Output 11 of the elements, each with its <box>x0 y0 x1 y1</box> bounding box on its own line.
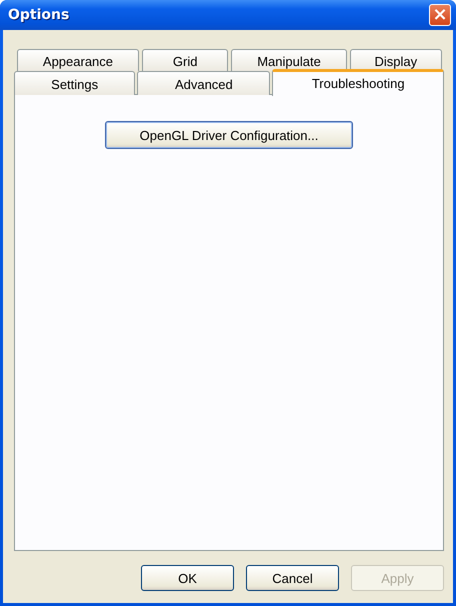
tab[interactable]: Manipulate <box>231 49 347 71</box>
dialog-button[interactable]: OK <box>141 565 234 591</box>
tab[interactable]: Grid <box>142 49 228 71</box>
tab[interactable]: Appearance <box>17 49 139 71</box>
dialog-button[interactable]: Cancel <box>246 565 339 591</box>
opengl-config-button[interactable]: OpenGL Driver Configuration... <box>105 121 353 149</box>
window-title: Options <box>8 7 70 23</box>
tab[interactable]: Display <box>350 49 442 71</box>
tab[interactable]: Troubleshooting <box>272 69 444 96</box>
tab[interactable]: Settings <box>14 71 136 95</box>
tab[interactable]: Advanced <box>137 71 270 95</box>
